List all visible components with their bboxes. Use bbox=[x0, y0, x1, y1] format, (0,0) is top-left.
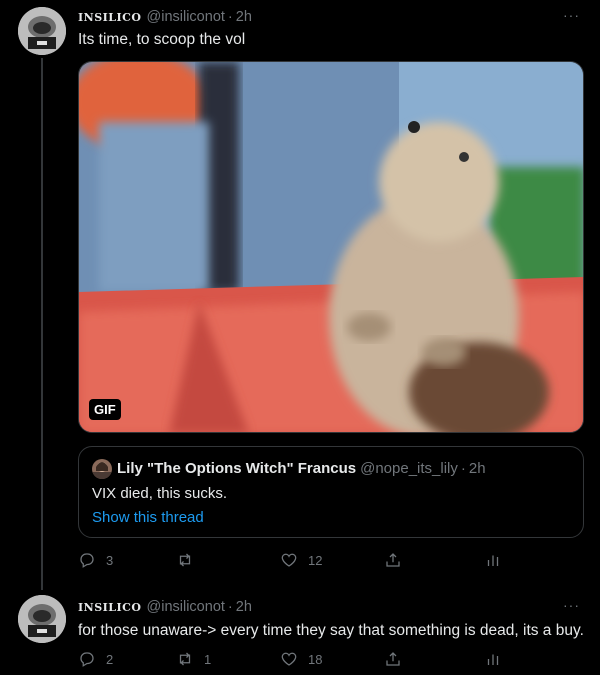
reply-button[interactable]: 3 bbox=[78, 551, 113, 569]
quote-timestamp: 2h bbox=[468, 460, 486, 477]
retweet-icon bbox=[179, 553, 191, 567]
retweet-count: 1 bbox=[204, 651, 212, 667]
analytics-icon bbox=[487, 654, 499, 665]
like-icon bbox=[281, 553, 297, 567]
like-icon bbox=[281, 652, 297, 666]
separator: · bbox=[227, 599, 233, 615]
share-button[interactable] bbox=[384, 650, 402, 668]
tweet-header: INSILICO @insiliconot · 2h bbox=[78, 597, 252, 617]
author-name[interactable]: INSILICO bbox=[78, 601, 142, 614]
quote-author-handle: @nope_its_lily bbox=[360, 460, 458, 477]
like-button[interactable]: 18 bbox=[280, 650, 322, 668]
reply-icon bbox=[80, 553, 94, 568]
gif-badge: GIF bbox=[89, 399, 121, 420]
tweet-actions: 2 1 18 bbox=[78, 650, 518, 674]
reply-count: 3 bbox=[106, 552, 114, 568]
show-thread-link[interactable]: Show this thread bbox=[92, 509, 204, 526]
like-button[interactable]: 12 bbox=[280, 551, 322, 569]
separator: · bbox=[227, 9, 233, 25]
share-icon bbox=[386, 553, 400, 567]
like-count: 12 bbox=[308, 552, 323, 568]
quote-text: VIX died, this sucks. bbox=[92, 485, 228, 502]
author-handle[interactable]: @insiliconot bbox=[147, 9, 225, 25]
avatar[interactable] bbox=[18, 7, 66, 55]
timestamp[interactable]: 2h bbox=[236, 599, 252, 615]
tweet-actions: 3 12 bbox=[78, 551, 518, 575]
tweet-header: INSILICO @insiliconot · 2h bbox=[78, 7, 252, 27]
tweet[interactable]: INSILICO @insiliconot · 2h ··· for those… bbox=[0, 590, 600, 675]
author-handle[interactable]: @insiliconot bbox=[147, 599, 225, 615]
quote-header: Lily "The Options Witch" Francus @nope_i… bbox=[117, 460, 486, 477]
analytics-button[interactable] bbox=[484, 650, 502, 668]
more-icon[interactable]: ··· bbox=[563, 597, 580, 613]
reply-icon bbox=[80, 652, 94, 667]
analytics-button[interactable] bbox=[484, 551, 502, 569]
timestamp[interactable]: 2h bbox=[236, 9, 252, 25]
like-count: 18 bbox=[308, 651, 323, 667]
separator: · bbox=[460, 460, 466, 477]
avatar[interactable] bbox=[18, 595, 66, 643]
gif-media[interactable]: GIF bbox=[78, 61, 584, 433]
share-icon bbox=[386, 652, 400, 666]
thread-line bbox=[41, 58, 43, 590]
retweet-button[interactable] bbox=[176, 551, 204, 569]
gif-image bbox=[79, 62, 583, 432]
retweet-icon bbox=[179, 652, 191, 666]
retweet-button[interactable]: 1 bbox=[176, 650, 211, 668]
quote-tweet[interactable]: Lily "The Options Witch" Francus @nope_i… bbox=[78, 446, 584, 538]
share-button[interactable] bbox=[384, 551, 402, 569]
reply-count: 2 bbox=[106, 651, 114, 667]
quote-author-name: Lily "The Options Witch" Francus bbox=[117, 460, 357, 477]
reply-button[interactable]: 2 bbox=[78, 650, 113, 668]
quote-avatar bbox=[92, 459, 112, 479]
tweet-text: for those unaware-> every time they say … bbox=[78, 622, 584, 639]
analytics-icon bbox=[487, 555, 499, 566]
tweet-text: Its time, to scoop the vol bbox=[78, 31, 246, 48]
author-name[interactable]: INSILICO bbox=[78, 11, 142, 24]
tweet[interactable]: INSILICO @insiliconot · 2h ··· Its time,… bbox=[0, 0, 600, 590]
more-icon[interactable]: ··· bbox=[563, 7, 580, 23]
